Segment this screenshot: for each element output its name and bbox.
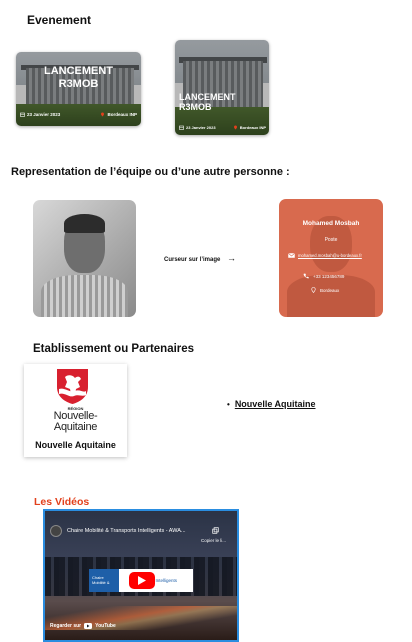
section-title-evenement: Evenement bbox=[27, 13, 92, 27]
video-player[interactable]: Chaire Mobilité & Transports Intelligent… bbox=[43, 509, 239, 642]
section-title-team: Representation de l’équipe ou d’une autr… bbox=[11, 166, 290, 178]
partner-list-item: • Nouvelle Aquitaine bbox=[227, 399, 316, 409]
partner-link[interactable]: Nouvelle Aquitaine bbox=[235, 399, 316, 409]
arrow-right-icon: → bbox=[227, 253, 237, 263]
partner-caption: Nouvelle Aquitaine bbox=[35, 440, 116, 450]
location-pin-icon bbox=[311, 287, 316, 293]
person-photo[interactable] bbox=[33, 200, 136, 317]
event-title: LANCEMENT R3MOB bbox=[43, 65, 114, 90]
person-email[interactable]: mohamed.mosbah@u-bordeaux.fr bbox=[288, 253, 383, 258]
channel-avatar[interactable] bbox=[50, 525, 62, 537]
section-title-partners: Etablissement ou Partenaires bbox=[33, 343, 195, 355]
play-icon bbox=[138, 576, 146, 585]
nouvelle-aquitaine-logo-icon bbox=[57, 369, 88, 404]
person-name: Mohamed Mosbah bbox=[302, 220, 360, 227]
map-pin-icon bbox=[233, 125, 237, 130]
event-title: LANCEMENT R3MOB bbox=[179, 92, 236, 113]
calendar-icon bbox=[20, 112, 25, 117]
watch-on-youtube[interactable]: Regarder sur YouTube bbox=[50, 620, 116, 632]
banner-left-text: Chaire Mobilité & bbox=[92, 575, 110, 585]
section-title-videos: Les Vidéos bbox=[34, 496, 90, 508]
event-card[interactable]: LANCEMENT R3MOB 23 Janvier 2023 Bordeaux… bbox=[16, 52, 141, 126]
bullet: • bbox=[227, 399, 230, 409]
person-card-hover[interactable]: Mohamed Mosbah Poste mohamed.mosbah@u-bo… bbox=[279, 199, 383, 317]
person-role: Poste bbox=[324, 237, 338, 243]
event-location: Bordeaux INP bbox=[100, 112, 137, 117]
video-title[interactable]: Chaire Mobilité & Transports Intelligent… bbox=[67, 528, 186, 534]
event-date: 23 Janvier 2023 bbox=[179, 125, 216, 130]
mail-icon bbox=[288, 253, 295, 258]
event-location: Bordeaux INP bbox=[233, 125, 266, 130]
person-phone: +33 123456789 bbox=[303, 273, 383, 279]
phone-icon bbox=[303, 273, 309, 279]
event-image bbox=[175, 40, 269, 135]
banner-right-text: s Intelligents bbox=[152, 578, 178, 583]
youtube-icon bbox=[84, 623, 93, 629]
hover-hint: Curseur sur l’image → bbox=[164, 253, 237, 263]
calendar-icon bbox=[179, 125, 184, 130]
play-button[interactable] bbox=[129, 572, 155, 589]
event-date: 23 Janvier 2023 bbox=[20, 112, 60, 117]
partner-card[interactable]: RÉGION Nouvelle- Aquitaine Nouvelle Aqui… bbox=[24, 364, 127, 457]
logo-wordmark: Nouvelle- Aquitaine bbox=[53, 410, 98, 433]
event-card[interactable]: LANCEMENT R3MOB 23 Janvier 2023 Bordeaux… bbox=[175, 40, 269, 135]
copy-link-label[interactable]: Copier le li... bbox=[201, 538, 226, 543]
copy-icon[interactable] bbox=[212, 527, 219, 534]
person-city: Bordeaux bbox=[311, 287, 383, 293]
map-pin-icon bbox=[101, 112, 105, 117]
